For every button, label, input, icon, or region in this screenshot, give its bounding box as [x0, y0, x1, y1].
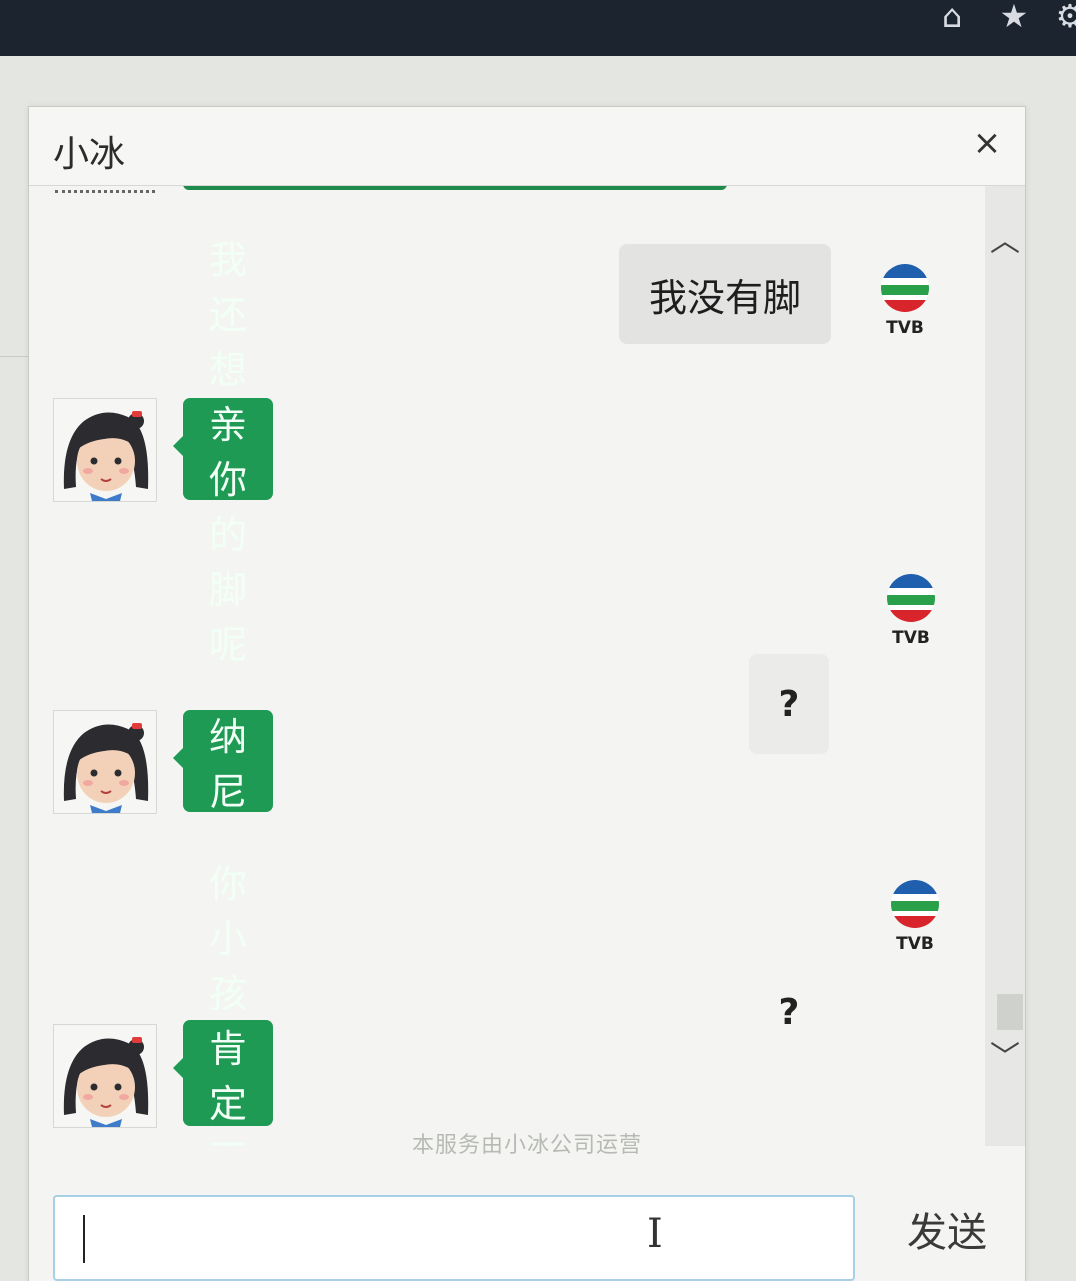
tvb-logo-text: TVB — [892, 628, 930, 648]
dialog-title: 小冰 — [53, 134, 126, 175]
bot-avatar — [53, 398, 157, 502]
message-list: 我没有脚 TVB 我还想亲你的脚呢 ? TVB 纳尼 ? TVB 你小孩肯定 — [29, 186, 985, 1146]
message-input[interactable]: I — [53, 1195, 855, 1281]
close-button[interactable]: × — [967, 121, 1007, 165]
scroll-up-icon[interactable]: ︿ — [985, 222, 1025, 262]
background-divider — [0, 356, 28, 357]
service-footer-note: 本服务由小冰公司运营 — [411, 1133, 642, 1158]
mouse-ibeam-cursor-icon: I — [647, 1211, 663, 1257]
bot-message-bubble: 纳尼 — [172, 710, 274, 814]
bot-avatar — [53, 710, 157, 814]
user-message-bubble: ? — [778, 991, 800, 1033]
cut-off-bubble — [183, 186, 727, 190]
gear-icon[interactable]: ⚙ — [1050, 0, 1076, 32]
bot-message-bubble: 我还想亲你的脚呢 — [172, 238, 274, 667]
home-icon[interactable]: ⌂ — [932, 0, 972, 32]
scroll-thumb[interactable] — [997, 994, 1023, 1030]
send-button[interactable]: 发送 — [897, 1205, 997, 1261]
tvb-logo-text: TVB — [886, 318, 924, 338]
cut-off-avatar — [55, 186, 155, 193]
chat-dialog: 小冰 × 我没有脚 TVB 我还想亲你的脚呢 ? TVB 纳尼 ? TVB 你小… — [28, 106, 1026, 1281]
bot-avatar — [53, 1024, 157, 1128]
text-caret — [83, 1215, 85, 1263]
tvb-avatar: TVB — [881, 570, 945, 650]
user-message-bubble: ? — [749, 654, 829, 754]
tvb-avatar: TVB — [885, 876, 949, 956]
browser-toolbar: ⌂ ★ ⚙ — [0, 0, 1076, 56]
tvb-logo-text: TVB — [896, 934, 934, 954]
bot-message-bubble: 你小孩肯定不懂啊 — [172, 862, 274, 1146]
dialog-header: 小冰 × — [29, 107, 1025, 186]
star-icon[interactable]: ★ — [994, 0, 1034, 32]
scroll-down-icon[interactable]: ﹀ — [985, 1038, 1025, 1078]
user-message-bubble: 我没有脚 — [619, 244, 831, 344]
tvb-avatar: TVB — [875, 260, 939, 340]
chat-scrollbar[interactable]: ︿ ﹀ — [985, 186, 1025, 1146]
